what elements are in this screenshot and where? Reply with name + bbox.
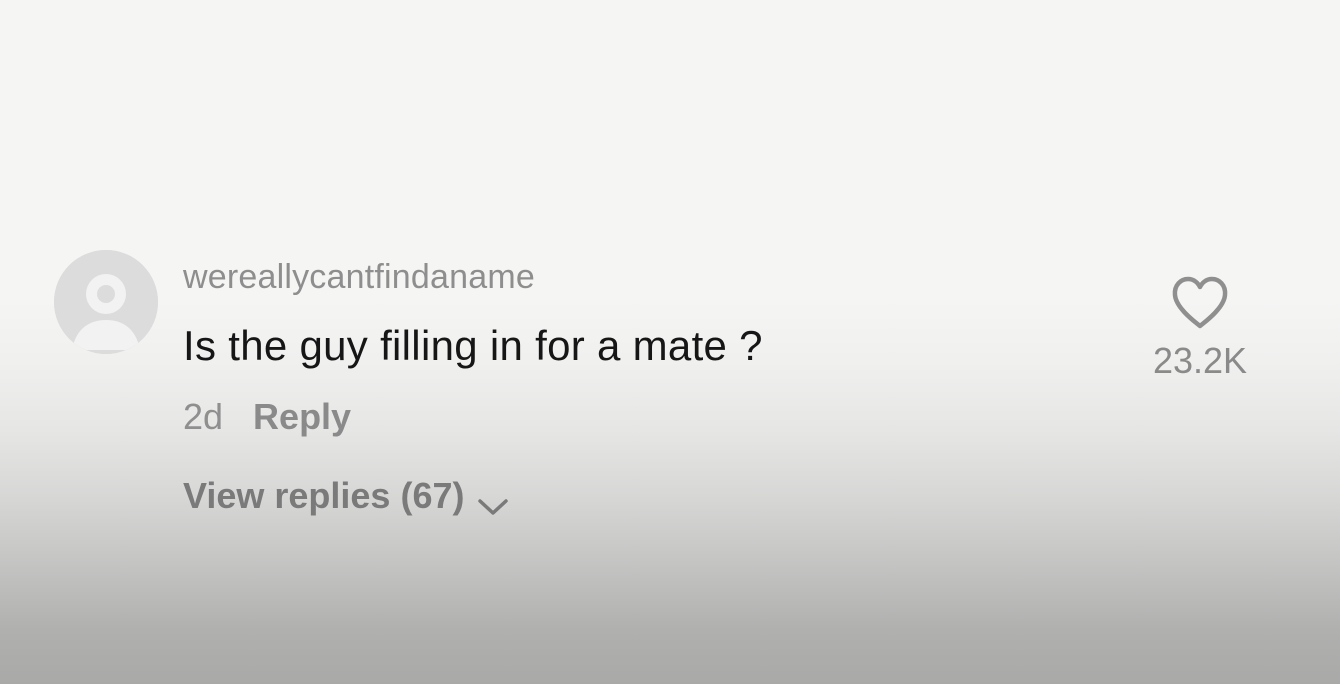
- view-replies-label: View replies (67): [183, 475, 465, 516]
- comment-meta: 2d Reply: [183, 396, 351, 438]
- like-count: 23.2K: [1152, 340, 1248, 381]
- chevron-down-icon: [476, 485, 510, 515]
- comment-item: wereallycantfindaname Is the guy filling…: [0, 0, 1340, 684]
- comment-text: Is the guy filling in for a mate ?: [183, 322, 763, 369]
- heart-outline-icon: [1171, 276, 1229, 330]
- view-replies-button[interactable]: View replies (67): [183, 475, 510, 517]
- comment-username[interactable]: wereallycantfindaname: [183, 258, 535, 297]
- comment-age: 2d: [183, 396, 224, 437]
- avatar[interactable]: [54, 250, 158, 354]
- like-button[interactable]: 23.2K: [1140, 274, 1260, 384]
- default-user-avatar-icon: [54, 250, 158, 354]
- reply-button[interactable]: Reply: [253, 396, 351, 438]
